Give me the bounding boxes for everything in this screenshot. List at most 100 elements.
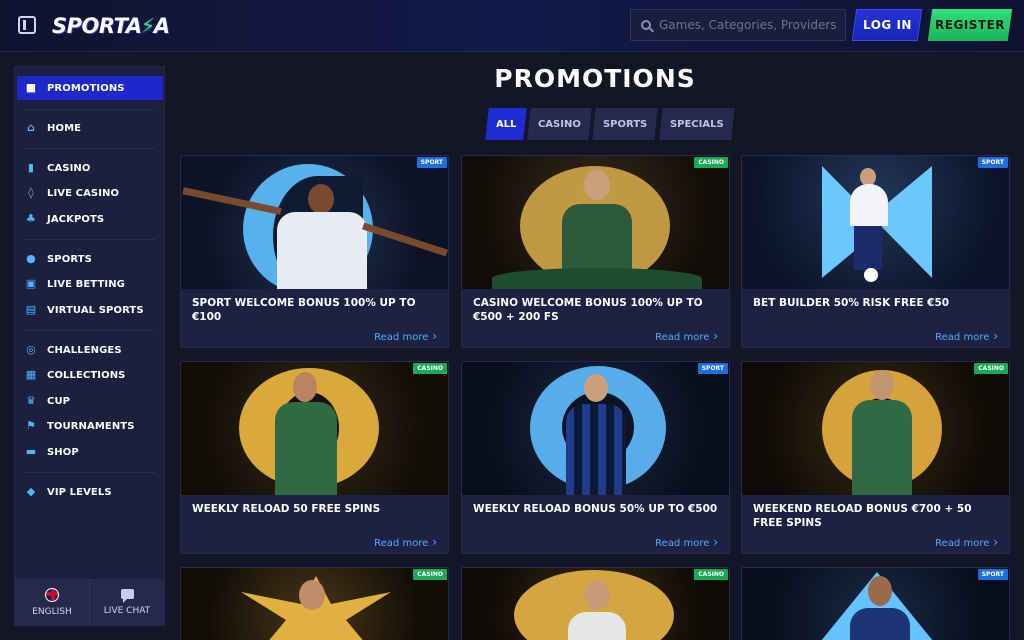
promo-image bbox=[742, 362, 1009, 495]
tab-label: ALL bbox=[496, 118, 517, 130]
read-more-link[interactable]: Read more bbox=[655, 329, 718, 343]
sidebar-item-live-betting[interactable]: ▣ LIVE BETTING bbox=[17, 272, 163, 296]
read-more-link[interactable]: Read more bbox=[935, 535, 998, 549]
promo-card[interactable]: CASINO WEEKEND RELOAD BONUS €700 + 50 FR… bbox=[741, 361, 1010, 554]
sidebar-item-label: CHALLENGES bbox=[47, 344, 122, 356]
promo-image bbox=[181, 568, 448, 640]
search-box[interactable] bbox=[630, 9, 846, 41]
promo-card[interactable]: CASINO WEEKLY RELOAD 50 FREE SPINS Read … bbox=[180, 361, 449, 554]
flag-icon: ⚑ bbox=[26, 419, 36, 432]
read-more-link[interactable]: Read more bbox=[935, 329, 998, 343]
sidebar-item-label: LIVE CASINO bbox=[47, 187, 120, 199]
sidebar-item-home[interactable]: ⌂ HOME bbox=[17, 116, 163, 140]
casino-badge: CASINO bbox=[413, 363, 447, 374]
promo-title: WEEKLY RELOAD 50 FREE SPINS bbox=[192, 503, 381, 515]
promo-card[interactable]: SPORT WEEKLY RELOAD BONUS 50% UP TO €500… bbox=[461, 361, 730, 554]
sportaza-logo[interactable]: SPORTA ⚡ A bbox=[52, 10, 170, 42]
uk-flag-icon bbox=[45, 587, 59, 602]
search-icon bbox=[641, 20, 651, 30]
promo-image bbox=[181, 362, 448, 495]
diamond-icon: ◆ bbox=[26, 485, 36, 498]
read-more-link[interactable]: Read more bbox=[655, 535, 718, 549]
divider bbox=[25, 472, 155, 473]
tab-casino[interactable]: CASINO bbox=[527, 108, 593, 140]
promo-image bbox=[462, 362, 729, 495]
sidebar-item-sports[interactable]: ● SPORTS bbox=[17, 247, 163, 271]
sidebar-item-jackpots[interactable]: ♣ JACKPOTS bbox=[17, 207, 163, 231]
promo-image bbox=[742, 156, 1009, 289]
divider bbox=[25, 148, 155, 149]
sidebar-item-live-casino[interactable]: ◊ LIVE CASINO bbox=[17, 181, 163, 205]
read-more-link[interactable]: Read more bbox=[374, 535, 437, 549]
promo-card[interactable]: CASINO bbox=[180, 567, 449, 640]
card-icon: ◊ bbox=[28, 186, 34, 199]
sidebar: ■ PROMOTIONS ⌂ HOME ▮ CASINO ◊ LIVE CASINO ♣… bbox=[14, 66, 165, 626]
sidebar-item-label: TOURNAMENTS bbox=[47, 420, 135, 432]
sport-badge: SPORT bbox=[977, 157, 1008, 168]
promotion-tabs: ALL CASINO SPORTS SPECIALS bbox=[485, 108, 735, 140]
search-input[interactable] bbox=[659, 18, 839, 32]
sidebar-item-shop[interactable]: ▬ SHOP bbox=[17, 440, 163, 464]
sidebar-item-challenges[interactable]: ◎ CHALLENGES bbox=[17, 338, 163, 362]
sidebar-item-promotions[interactable]: ■ PROMOTIONS bbox=[17, 76, 163, 100]
live-chat-button[interactable]: LIVE CHAT bbox=[89, 579, 164, 625]
register-button[interactable]: REGISTER bbox=[927, 9, 1013, 41]
sidebar-item-label: PROMOTIONS bbox=[47, 82, 125, 94]
live-icon: ▣ bbox=[25, 277, 37, 290]
promo-image bbox=[462, 156, 729, 289]
promo-card[interactable]: SPORT SPORT WELCOME BONUS 100% UP TO €10… bbox=[180, 155, 449, 348]
promo-title: BET BUILDER 50% RISK FREE €50 bbox=[753, 297, 950, 309]
login-button[interactable]: LOG IN bbox=[851, 9, 923, 41]
sidebar-item-label: HOME bbox=[47, 122, 82, 134]
promo-card[interactable]: SPORT BET BUILDER 50% RISK FREE €50 Read… bbox=[741, 155, 1010, 348]
home-icon: ⌂ bbox=[27, 121, 35, 134]
sidebar-item-label: VIRTUAL SPORTS bbox=[47, 304, 144, 316]
page-title: PROMOTIONS bbox=[494, 64, 696, 93]
cup-icon: ♛ bbox=[26, 394, 36, 407]
logo-bolt-icon: ⚡ bbox=[140, 14, 156, 38]
promo-title: CASINO WELCOME BONUS 100% UP TO €500 + 2… bbox=[473, 297, 703, 323]
sidebar-item-label: SHOP bbox=[47, 446, 79, 458]
tab-label: SPORTS bbox=[603, 118, 648, 130]
register-label: REGISTER bbox=[934, 18, 1006, 32]
promo-card[interactable]: SPORT bbox=[741, 567, 1010, 640]
sidebar-item-cup[interactable]: ♛ CUP bbox=[17, 389, 163, 413]
tab-label: SPECIALS bbox=[669, 118, 724, 130]
gift-icon: ■ bbox=[25, 81, 37, 94]
tab-specials[interactable]: SPECIALS bbox=[658, 108, 735, 140]
sport-badge: SPORT bbox=[977, 569, 1008, 580]
sidebar-item-casino[interactable]: ▮ CASINO bbox=[17, 156, 163, 180]
target-icon: ◎ bbox=[26, 343, 36, 356]
login-label: LOG IN bbox=[862, 18, 912, 32]
promo-card[interactable]: CASINO CASINO WELCOME BONUS 100% UP TO €… bbox=[461, 155, 730, 348]
divider bbox=[25, 330, 155, 331]
sidebar-item-vip-levels[interactable]: ◆ VIP LEVELS bbox=[17, 480, 163, 504]
divider bbox=[25, 239, 155, 240]
sidebar-item-tournaments[interactable]: ⚑ TOURNAMENTS bbox=[17, 414, 163, 438]
logo-text: SPORTA bbox=[52, 14, 142, 38]
tab-sports[interactable]: SPORTS bbox=[592, 108, 659, 140]
casino-badge: CASINO bbox=[413, 569, 447, 580]
sidebar-toggle-icon[interactable] bbox=[18, 16, 36, 34]
language-button[interactable]: ENGLISH bbox=[15, 579, 89, 625]
language-label: ENGLISH bbox=[32, 606, 72, 617]
virtual-icon: ▤ bbox=[25, 303, 37, 316]
read-more-link[interactable]: Read more bbox=[374, 329, 437, 343]
tab-label: CASINO bbox=[538, 118, 582, 130]
promo-card[interactable]: CASINO bbox=[461, 567, 730, 640]
slot-icon: ▮ bbox=[27, 161, 35, 174]
promo-image bbox=[742, 568, 1009, 640]
sidebar-item-label: CASINO bbox=[47, 162, 91, 174]
top-header: SPORTA⚡A LOG IN REGISTER bbox=[0, 0, 1024, 52]
tab-all[interactable]: ALL bbox=[485, 108, 528, 140]
sidebar-item-collections[interactable]: ▦ COLLECTIONS bbox=[17, 363, 163, 387]
sport-badge: SPORT bbox=[416, 157, 447, 168]
shop-icon: ▬ bbox=[25, 445, 37, 458]
casino-badge: CASINO bbox=[974, 363, 1008, 374]
casino-badge: CASINO bbox=[694, 157, 728, 168]
collection-icon: ▦ bbox=[25, 368, 37, 381]
ball-icon: ● bbox=[26, 252, 36, 265]
sidebar-item-virtual-sports[interactable]: ▤ VIRTUAL SPORTS bbox=[17, 298, 163, 322]
sidebar-item-label: SPORTS bbox=[47, 253, 92, 265]
sidebar-item-label: VIP LEVELS bbox=[47, 486, 112, 498]
